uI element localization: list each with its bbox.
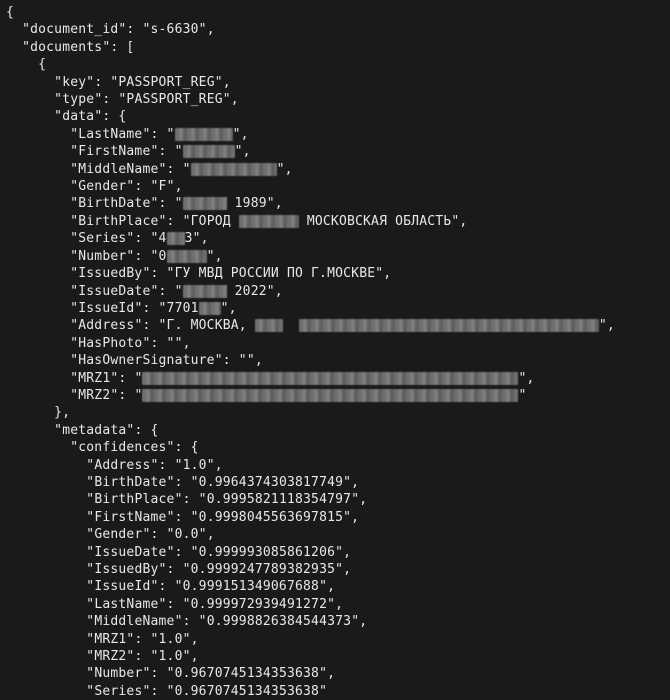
key-hasphoto: HasPhoto — [78, 336, 142, 351]
key-birthdate: BirthDate — [78, 196, 150, 211]
json-code-block: { "document_id": "s-6630", "documents": … — [0, 0, 670, 700]
key-mrz2: MRZ2 — [78, 388, 110, 403]
redaction — [175, 128, 233, 141]
key-data: data — [62, 109, 94, 124]
conf-key-firstname: FirstName — [94, 510, 166, 525]
redaction — [142, 389, 518, 402]
conf-val-issueid: 0.999151349067688 — [183, 579, 319, 594]
key-key: key — [62, 75, 86, 90]
conf-val-birthdate: 0.9964374303817749 — [199, 475, 343, 490]
key-lastname: LastName — [78, 127, 142, 142]
val-birthdate-suffix: 1989 — [227, 196, 267, 211]
val-birthplace-prefix: ГОРОД — [191, 214, 239, 229]
val-gender: F — [159, 179, 167, 194]
key-middlename: MiddleName — [78, 162, 158, 177]
conf-key-gender: Gender — [94, 527, 142, 542]
val-type: PASSPORT_REG — [126, 92, 222, 107]
key-firstname: FirstName — [78, 144, 150, 159]
conf-val-address: 1.0 — [183, 458, 207, 473]
conf-key-lastname: LastName — [94, 597, 158, 612]
conf-val-mrz2: 1.0 — [159, 649, 183, 664]
val-issueid-prefix: 7701 — [167, 301, 199, 316]
conf-val-middlename: 0.9998826384544373 — [207, 614, 351, 629]
conf-val-number: 0.9670745134353638 — [175, 666, 319, 681]
conf-val-firstname: 0.9998045563697815 — [199, 510, 343, 525]
conf-key-issuedate: IssueDate — [94, 545, 166, 560]
conf-key-issuedby: IssuedBy — [94, 562, 158, 577]
redaction — [142, 372, 518, 385]
val-document-id: s-6630 — [151, 22, 199, 37]
key-number: Number — [78, 249, 126, 264]
conf-val-gender: 0.0 — [175, 527, 199, 542]
val-address-prefix: Г. МОСКВА, — [167, 318, 255, 333]
conf-val-birthplace: 0.9995821118354797 — [207, 492, 351, 507]
key-address: Address — [78, 318, 134, 333]
conf-key-mrz2: MRZ2 — [94, 649, 126, 664]
conf-key-birthdate: BirthDate — [94, 475, 166, 490]
val-series-suffix: 3 — [185, 231, 193, 246]
key-issueid: IssueId — [78, 301, 134, 316]
conf-key-address: Address — [94, 458, 150, 473]
conf-key-birthplace: BirthPlace — [94, 492, 174, 507]
val-birthplace-suffix: МОСКОВСКАЯ ОБЛАСТЬ — [299, 214, 452, 229]
key-gender: Gender — [78, 179, 126, 194]
key-issuedate: IssueDate — [78, 284, 150, 299]
key-type: type — [62, 92, 94, 107]
conf-key-middlename: MiddleName — [94, 614, 174, 629]
redaction — [183, 145, 235, 158]
conf-val-lastname: 0.999972939491272 — [191, 597, 327, 612]
key-mrz1: MRZ1 — [78, 371, 110, 386]
conf-val-series: 0.9670745134353638 — [175, 684, 319, 699]
key-issuedby: IssuedBy — [78, 266, 142, 281]
conf-val-mrz1: 1.0 — [159, 632, 183, 647]
redaction — [183, 285, 227, 298]
conf-key-number: Number — [94, 666, 142, 681]
key-birthplace: BirthPlace — [78, 214, 158, 229]
val-key: PASSPORT_REG — [118, 75, 214, 90]
redaction — [183, 197, 227, 210]
key-confidences: confidences — [78, 440, 166, 455]
key-documents: documents — [30, 40, 102, 55]
redaction — [255, 319, 283, 332]
val-issuedate-suffix: 2022 — [227, 284, 267, 299]
conf-val-issuedby: 0.9999247789382935 — [191, 562, 335, 577]
conf-key-issueid: IssueId — [94, 579, 150, 594]
conf-key-series: Series — [94, 684, 142, 699]
redaction — [199, 302, 221, 315]
redaction — [167, 250, 207, 263]
key-series: Series — [78, 231, 126, 246]
key-document-id: document_id — [30, 22, 118, 37]
redaction — [191, 163, 277, 176]
redaction — [167, 232, 185, 245]
val-number-prefix: 0 — [159, 249, 167, 264]
key-metadata: metadata — [62, 423, 126, 438]
redaction — [239, 215, 299, 228]
val-issuedby: ГУ МВД РОССИИ ПО Г.МОСКВЕ — [175, 266, 376, 281]
redaction — [299, 319, 599, 332]
val-series-prefix: 4 — [159, 231, 167, 246]
key-hasownersignature: HasOwnerSignature — [78, 353, 214, 368]
conf-key-mrz1: MRZ1 — [94, 632, 126, 647]
conf-val-issuedate: 0.999993085861206 — [199, 545, 335, 560]
